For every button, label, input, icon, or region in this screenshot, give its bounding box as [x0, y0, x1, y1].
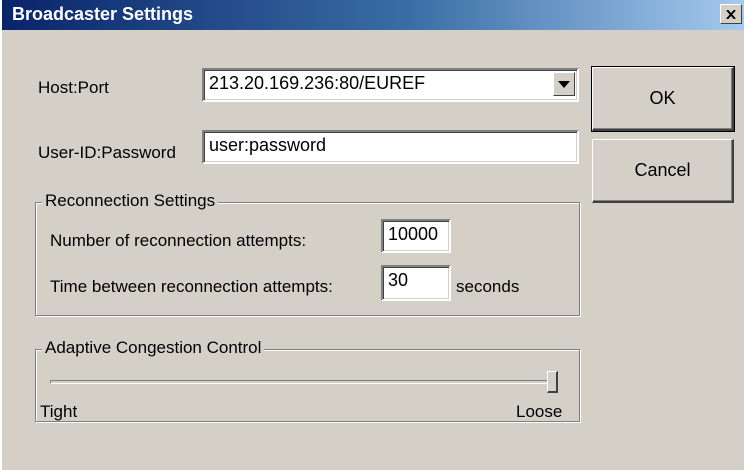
congestion-group: Adaptive Congestion Control	[35, 338, 580, 422]
attempts-label: Number of reconnection attempts:	[50, 231, 307, 250]
slider-min-label: Tight	[40, 402, 78, 421]
host-port-label: Host:Port	[38, 78, 109, 97]
broadcaster-settings-dialog: Broadcaster Settings Host:Port 213.20.16…	[0, 0, 744, 470]
interval-unit: seconds	[456, 277, 520, 296]
attempts-input[interactable]: 10000	[381, 219, 451, 253]
title-bar: Broadcaster Settings	[2, 0, 744, 30]
cancel-button[interactable]: Cancel	[592, 139, 734, 203]
attempts-value: 10000	[388, 224, 439, 244]
ok-button[interactable]: OK	[591, 66, 735, 132]
congestion-legend: Adaptive Congestion Control	[42, 338, 265, 358]
interval-input[interactable]: 30	[381, 265, 451, 301]
window-title: Broadcaster Settings	[12, 4, 194, 24]
credentials-label: User-ID:Password	[38, 143, 176, 162]
slider-thumb[interactable]	[547, 371, 558, 393]
dropdown-button[interactable]	[553, 72, 575, 96]
credentials-input[interactable]: user:password	[202, 130, 579, 164]
reconnection-legend: Reconnection Settings	[42, 191, 219, 211]
close-button[interactable]	[720, 4, 742, 24]
host-port-select[interactable]: 213.20.169.236:80/EUREF	[202, 68, 579, 102]
slider-track[interactable]	[50, 380, 558, 384]
interval-label: Time between reconnection attempts:	[50, 277, 333, 296]
host-port-value: 213.20.169.236:80/EUREF	[209, 73, 426, 93]
chevron-down-icon	[558, 80, 570, 88]
slider-max-label: Loose	[516, 402, 563, 421]
credentials-value: user:password	[209, 135, 327, 155]
close-icon	[726, 9, 736, 19]
reconnection-group: Reconnection Settings	[35, 191, 580, 316]
interval-value: 30	[388, 270, 409, 290]
